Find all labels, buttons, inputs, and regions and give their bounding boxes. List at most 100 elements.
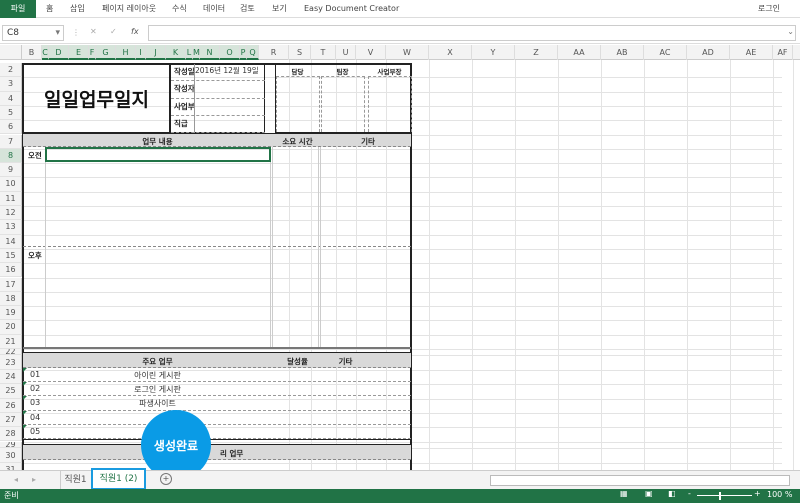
column-header[interactable]: I <box>136 45 146 60</box>
task-row[interactable]: 04 <box>23 410 411 425</box>
column-header[interactable]: F <box>89 45 96 60</box>
row-header[interactable]: 20 <box>0 320 22 335</box>
column-header[interactable]: G <box>96 45 116 60</box>
zoom-out-icon[interactable]: - <box>688 489 691 498</box>
ribbon-tab[interactable]: 데이터 <box>203 0 225 18</box>
row-header[interactable]: 13 <box>0 220 22 235</box>
row-header[interactable]: 9 <box>0 163 22 178</box>
normal-view-icon[interactable]: ▦ <box>620 489 628 498</box>
task-row[interactable]: 02 로그인 게시판 <box>23 382 411 397</box>
column-header[interactable]: J <box>146 45 166 60</box>
formula-input[interactable] <box>148 25 796 41</box>
ribbon-tab[interactable]: Easy Document Creator <box>304 0 399 18</box>
column-header[interactable]: T <box>311 45 336 60</box>
column-header[interactable]: U <box>336 45 356 60</box>
row-header[interactable]: 12 <box>0 206 22 221</box>
sheet-tab-2[interactable]: 직원1 (2) <box>91 468 146 490</box>
column-header[interactable]: D <box>49 45 69 60</box>
sheet-tab-1[interactable]: 직원1 <box>60 471 90 490</box>
next-sheet-icon[interactable]: ▸ <box>32 475 36 484</box>
row-header[interactable]: 6 <box>0 120 22 135</box>
horizontal-scrollbar[interactable] <box>490 475 790 486</box>
row-header[interactable]: 28 <box>0 427 22 442</box>
ribbon-tab[interactable]: 수식 <box>172 0 187 18</box>
tab-file[interactable]: 파일 <box>0 0 36 18</box>
column-header[interactable]: Q <box>247 45 259 60</box>
column-header[interactable]: AA <box>558 45 601 60</box>
column-header[interactable]: Y <box>472 45 515 60</box>
row-header[interactable]: 19 <box>0 306 22 321</box>
column-header[interactable]: E <box>69 45 89 60</box>
zoom-slider[interactable] <box>697 495 752 496</box>
approval-sign-cell[interactable] <box>276 76 320 132</box>
row-header[interactable]: 11 <box>0 191 22 206</box>
zoom-in-icon[interactable]: + <box>754 489 761 498</box>
column-header[interactable]: X <box>429 45 472 60</box>
zoom-level[interactable]: 100 % <box>767 490 792 499</box>
column-header[interactable]: K <box>166 45 186 60</box>
column-header[interactable]: V <box>356 45 386 60</box>
task-row[interactable]: 05 <box>23 424 411 439</box>
add-sheet-icon[interactable]: + <box>160 473 172 485</box>
row-header[interactable]: 27 <box>0 412 22 428</box>
row-header[interactable]: 16 <box>0 263 22 278</box>
prev-sheet-icon[interactable]: ◂ <box>14 475 18 484</box>
row-header[interactable]: 24 <box>0 370 22 385</box>
column-header[interactable]: C <box>42 45 49 60</box>
expand-icon[interactable]: ⌄ <box>787 27 794 36</box>
login-link[interactable]: 로그인 <box>758 0 780 18</box>
column-header[interactable]: P <box>240 45 247 60</box>
column-header[interactable]: W <box>386 45 429 60</box>
row-header[interactable]: 3 <box>0 77 22 92</box>
page-break-icon[interactable]: ◧ <box>668 489 676 498</box>
column-header[interactable]: O <box>220 45 240 60</box>
row-header[interactable]: 30 <box>0 447 22 463</box>
approval-sign-cell[interactable] <box>321 76 365 132</box>
select-all-button[interactable] <box>0 45 22 60</box>
row-header[interactable]: 21 <box>0 334 22 349</box>
row-header[interactable]: 14 <box>0 234 22 249</box>
column-header[interactable]: AC <box>644 45 687 60</box>
ribbon-tab[interactable]: 보기 <box>272 0 287 18</box>
row-header[interactable]: 17 <box>0 277 22 292</box>
row-header[interactable]: 10 <box>0 177 22 192</box>
ribbon-tab[interactable]: 홈 <box>46 0 53 18</box>
row-header[interactable]: 15 <box>0 248 22 264</box>
function-icon[interactable]: fx <box>131 27 139 36</box>
chevron-down-icon[interactable]: ▾ <box>55 26 60 40</box>
task-row[interactable]: 01 아이린 게시판 <box>23 368 411 383</box>
page-layout-icon[interactable]: ▣ <box>645 489 653 498</box>
cancel-icon[interactable]: ✕ <box>90 27 97 36</box>
column-header[interactable]: B <box>22 45 42 60</box>
column-header[interactable]: R <box>259 45 289 60</box>
column-header[interactable]: L <box>186 45 193 60</box>
ribbon-tab[interactable]: 페이지 레이아웃 <box>102 0 156 18</box>
row-header[interactable]: 25 <box>0 384 22 399</box>
column-header[interactable]: AD <box>687 45 730 60</box>
date-value[interactable]: 2016년 12월 19일 <box>195 65 259 76</box>
column-header[interactable]: M <box>193 45 200 60</box>
enter-icon[interactable]: ✓ <box>110 27 117 36</box>
approval-sign-cell[interactable] <box>368 76 412 132</box>
column-header[interactable]: AF <box>773 45 793 60</box>
column-header[interactable]: AB <box>601 45 644 60</box>
ribbon-tab[interactable]: 삽입 <box>70 0 85 18</box>
ribbon-tab[interactable]: 검토 <box>240 0 255 18</box>
row-header[interactable]: 5 <box>0 105 22 121</box>
column-header[interactable]: N <box>200 45 220 60</box>
column-header[interactable]: H <box>116 45 136 60</box>
row-header[interactable]: 4 <box>0 91 22 106</box>
task-row[interactable]: 03 파생사이트 <box>23 396 411 411</box>
row-header[interactable]: 2 <box>0 63 22 78</box>
name-box[interactable]: C8 ▾ <box>2 25 64 41</box>
zoom-slider-handle[interactable] <box>719 492 721 500</box>
row-header[interactable]: 18 <box>0 291 22 307</box>
row-header[interactable]: 8 <box>0 148 22 164</box>
row-header[interactable]: 23 <box>0 355 22 370</box>
column-header[interactable]: AE <box>730 45 773 60</box>
column-header[interactable]: S <box>289 45 311 60</box>
row-header[interactable]: 7 <box>0 134 22 149</box>
selected-cell-C8[interactable] <box>45 147 271 162</box>
row-header[interactable]: 26 <box>0 398 22 413</box>
column-header[interactable]: Z <box>515 45 558 60</box>
